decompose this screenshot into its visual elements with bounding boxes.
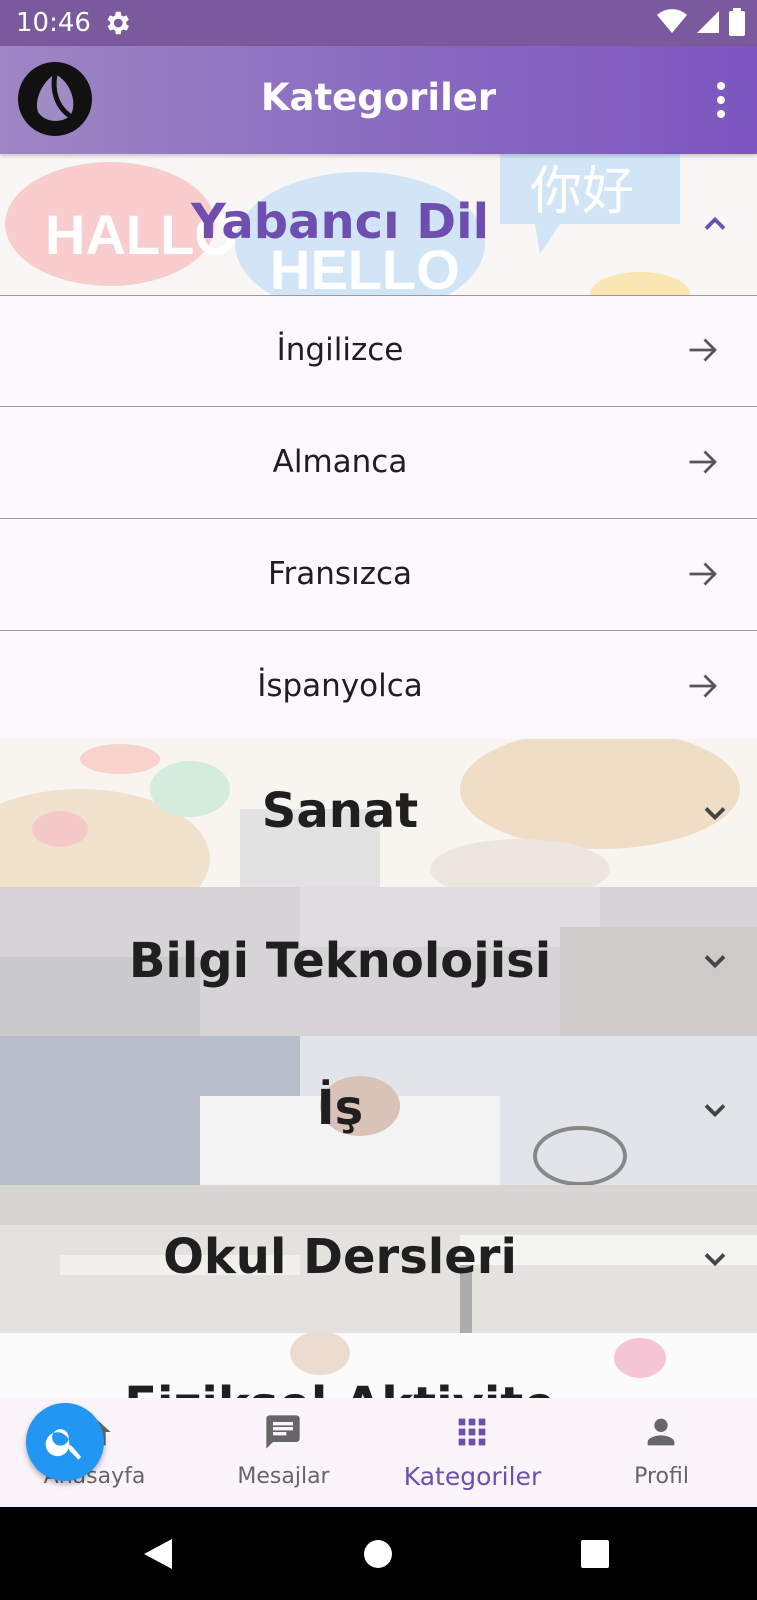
list-item-label: İspanyolca — [257, 668, 423, 704]
category-header-okul-dersleri[interactable]: Okul Dersleri — [0, 1185, 757, 1333]
battery-icon — [729, 8, 745, 41]
arrow-right-icon — [685, 668, 721, 704]
chat-icon — [263, 1412, 303, 1452]
category-header-sanat[interactable]: Sanat — [0, 739, 757, 887]
grid-icon — [452, 1412, 492, 1452]
nav-item-profil[interactable]: Profil — [567, 1398, 756, 1507]
list-item-almanca[interactable]: Almanca — [0, 408, 757, 519]
chevron-down-icon[interactable] — [697, 795, 733, 831]
list-item-ingilizce[interactable]: İngilizce — [0, 296, 757, 407]
back-icon[interactable] — [142, 1537, 174, 1576]
chevron-down-icon[interactable] — [697, 943, 733, 979]
category-title: Fiziksel Aktivite — [0, 1377, 680, 1398]
category-title: Yabancı Dil — [190, 194, 490, 250]
arrow-right-icon — [685, 556, 721, 592]
category-header-fiziksel-aktivite[interactable]: Fiziksel Aktivite — [0, 1333, 757, 1398]
search-button[interactable] — [26, 1403, 104, 1481]
wifi-icon — [657, 9, 687, 40]
nav-item-mesajlar[interactable]: Mesajlar — [189, 1398, 378, 1507]
nav-item-kategoriler[interactable]: Kategoriler — [378, 1398, 567, 1507]
arrow-right-icon — [685, 444, 721, 480]
bottom-navigation: Anasayfa Mesajlar Kategoriler Profil — [0, 1398, 757, 1507]
system-navigation-bar — [0, 1507, 757, 1600]
nav-label: Mesajlar — [237, 1464, 330, 1489]
chevron-down-icon[interactable] — [697, 1092, 733, 1128]
chevron-up-icon[interactable] — [697, 206, 733, 242]
more-options-icon[interactable] — [709, 80, 733, 120]
category-title: İş — [316, 1080, 364, 1136]
nav-label: Anasayfa — [43, 1464, 146, 1489]
list-item-label: İngilizce — [276, 332, 404, 368]
category-header-bilgi-teknolojisi[interactable]: Bilgi Teknolojisi — [0, 887, 757, 1036]
status-time: 10:46 — [16, 8, 91, 38]
list-item-fransizca[interactable]: Fransızca — [0, 520, 757, 631]
category-header-yabanci-dil[interactable]: HALLO HELLO 你好 Yabancı Dil — [0, 154, 757, 296]
category-title: Okul Dersleri — [163, 1229, 517, 1285]
home-circle-icon[interactable] — [363, 1539, 393, 1574]
app-bar: Kategoriler — [0, 46, 757, 154]
chevron-down-icon[interactable] — [697, 1241, 733, 1277]
list-item-label: Almanca — [272, 444, 408, 480]
list-item-label: Fransızca — [267, 556, 413, 592]
nav-label: Profil — [634, 1464, 689, 1489]
arrow-right-icon — [685, 332, 721, 368]
recents-icon[interactable] — [581, 1540, 609, 1573]
category-title: Bilgi Teknolojisi — [128, 933, 552, 989]
category-title: Sanat — [261, 783, 419, 839]
settings-icon — [102, 8, 132, 38]
person-icon — [641, 1412, 681, 1452]
signal-icon — [695, 9, 721, 40]
category-header-is[interactable]: İş — [0, 1036, 757, 1185]
page-title: Kategoriler — [260, 76, 497, 119]
list-item-ispanyolca[interactable]: İspanyolca — [0, 632, 757, 743]
status-bar: 10:46 — [0, 0, 757, 46]
nav-label: Kategoriler — [403, 1462, 542, 1491]
